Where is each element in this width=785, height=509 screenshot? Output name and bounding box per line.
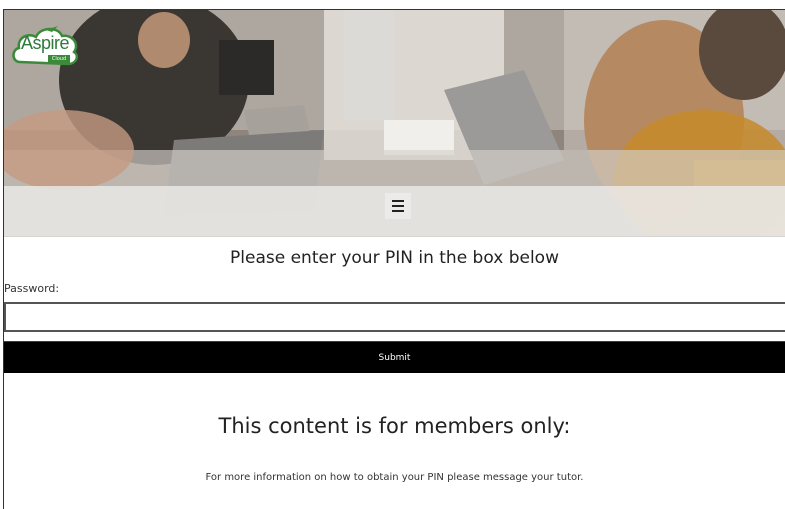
pin-instructions-heading: Please enter your PIN in the box below: [230, 248, 559, 268]
password-input[interactable]: [4, 302, 785, 332]
password-label: Password:: [4, 282, 60, 295]
hamburger-menu-icon[interactable]: [385, 193, 411, 219]
members-only-heading: This content is for members only:: [218, 414, 571, 438]
pin-info-text: For more information on how to obtain yo…: [205, 472, 584, 483]
submit-button[interactable]: Submit: [4, 341, 785, 373]
aspire-cloud-logo[interactable]: Aspire Cloud: [10, 22, 82, 70]
page-top-margin: [0, 0, 785, 9]
logo-text: Aspire: [20, 33, 70, 53]
logo-subtext: Cloud: [48, 55, 70, 63]
